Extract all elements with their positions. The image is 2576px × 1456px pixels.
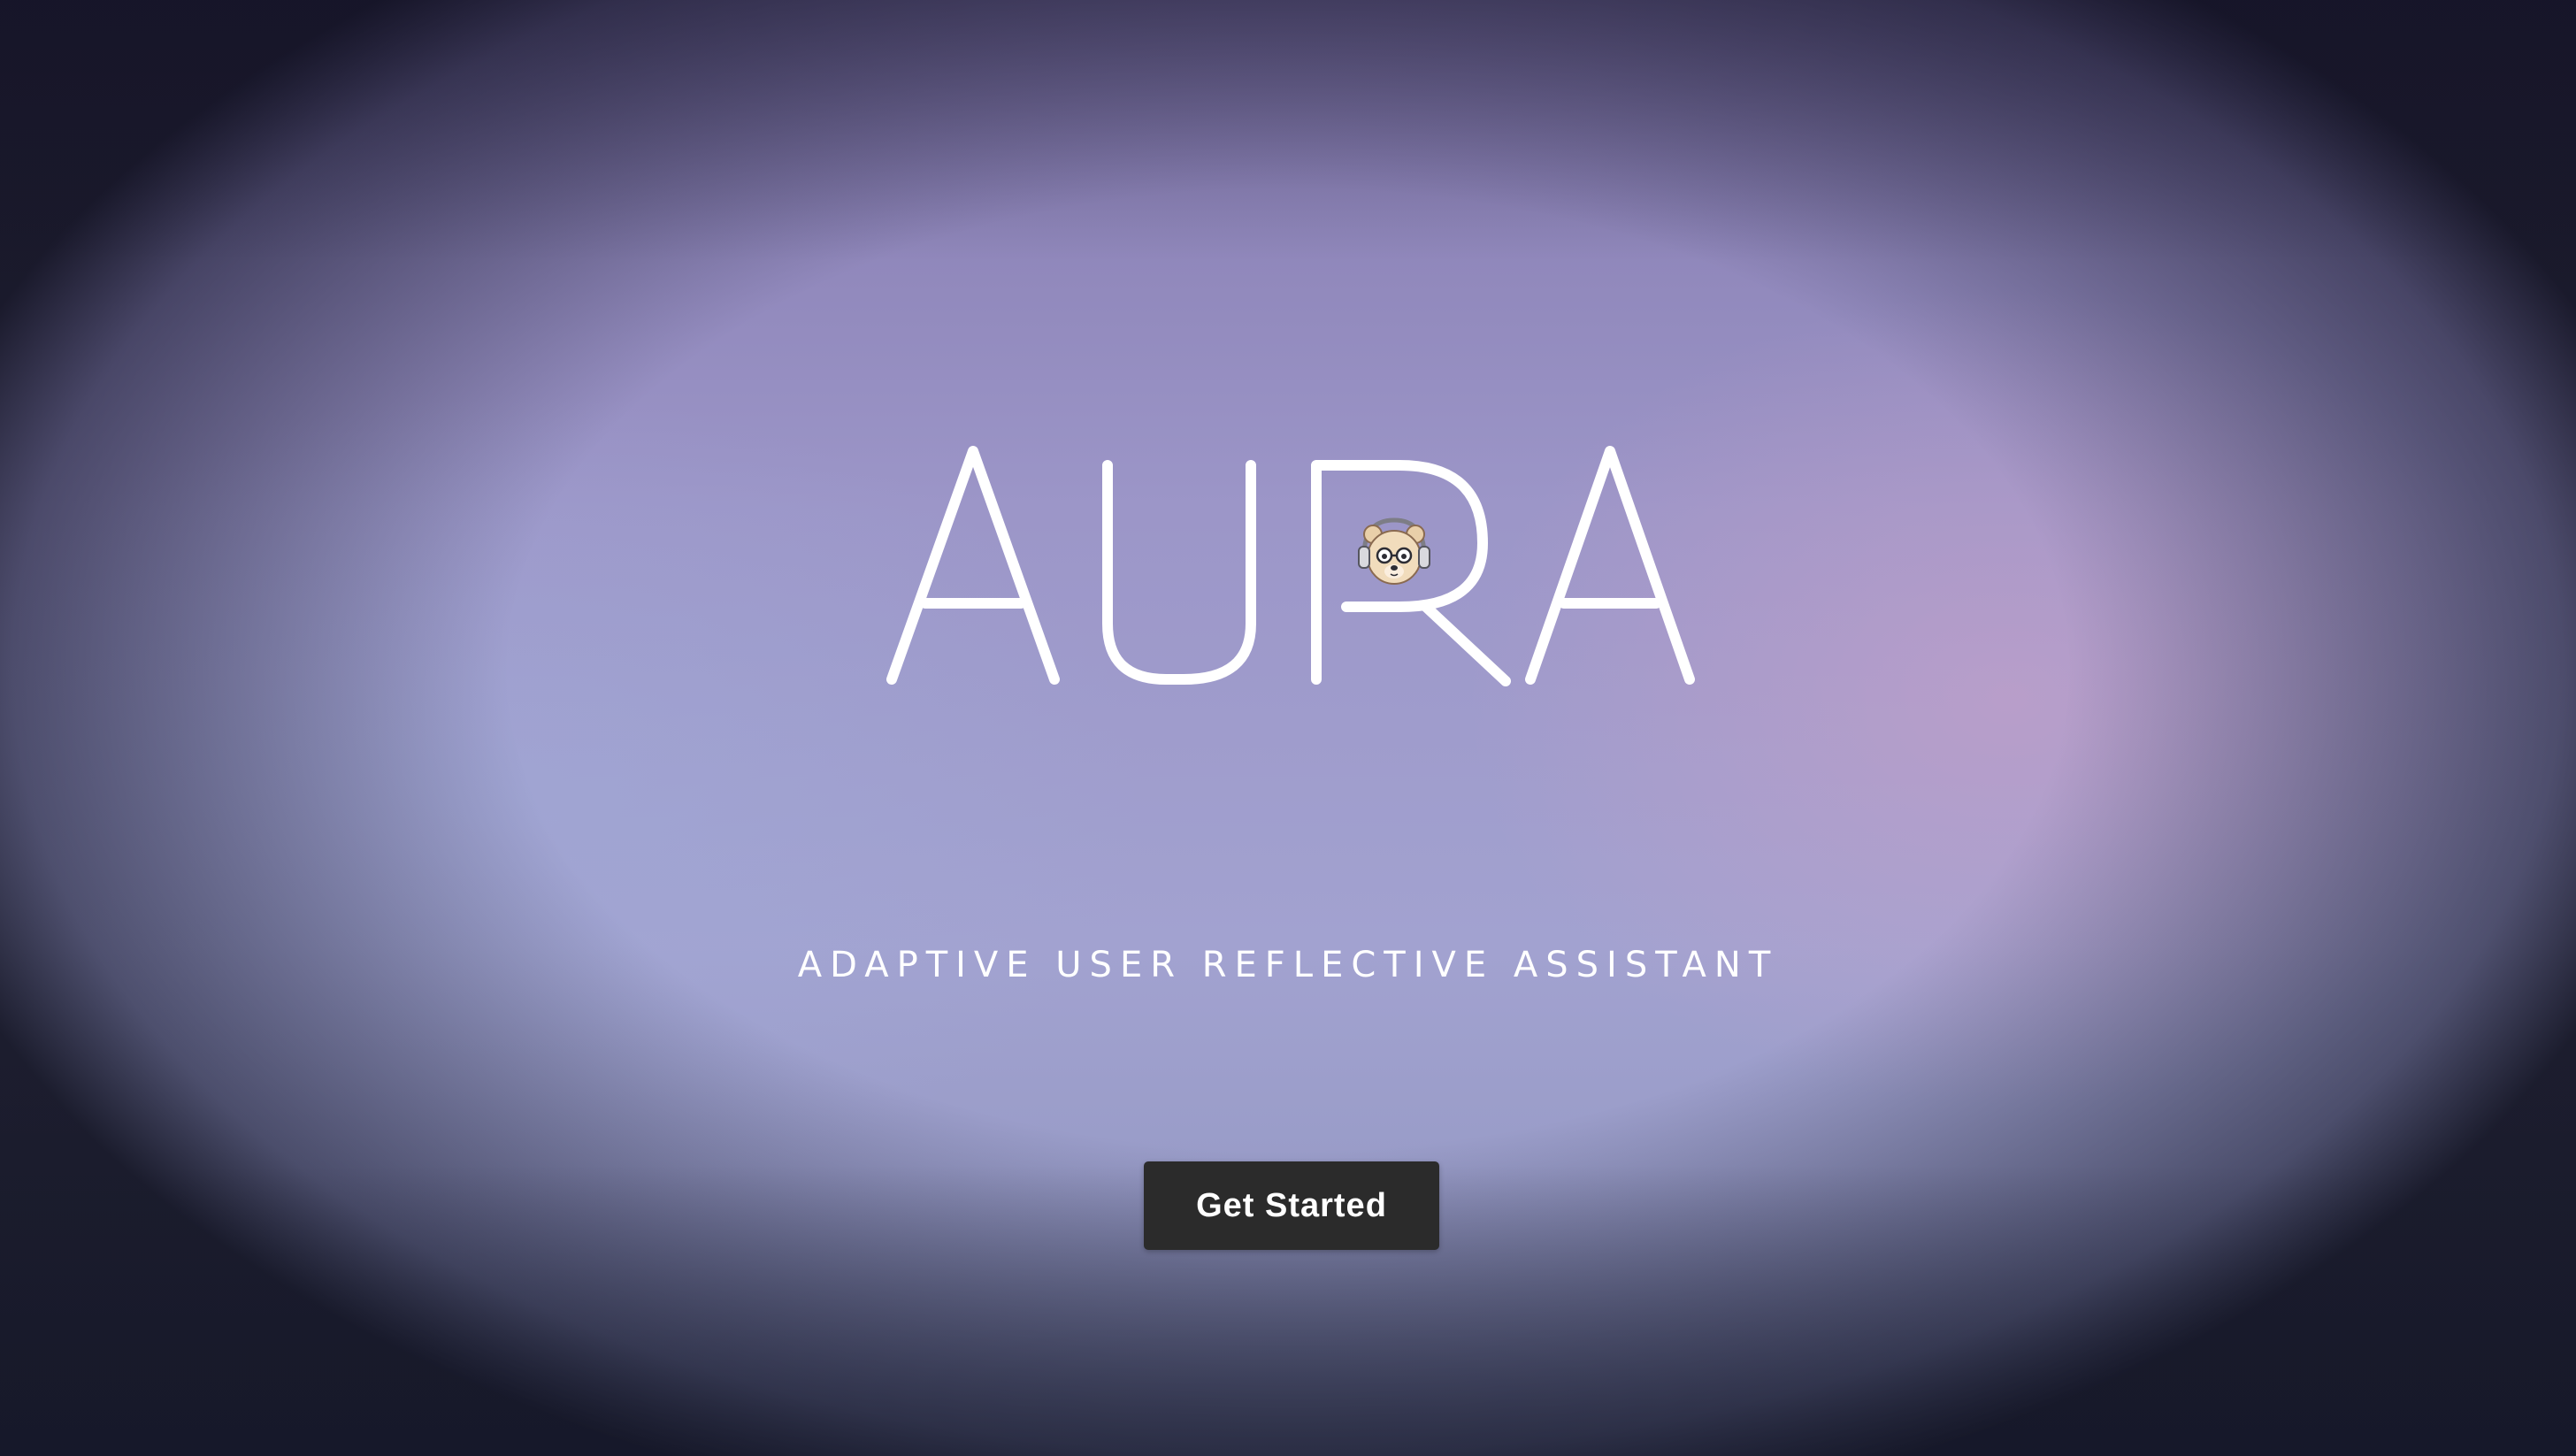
get-started-button[interactable]: Get Started	[1144, 1161, 1439, 1250]
logo-letter-a1	[886, 446, 1060, 685]
bear-with-headphones-icon	[1358, 517, 1430, 585]
logo-letter-u	[1102, 460, 1256, 685]
logo-letter-a2	[1525, 446, 1695, 685]
tagline: ADAPTIVE USER REFLECTIVE ASSISTANT	[797, 945, 1779, 985]
aura-logo	[886, 446, 1695, 686]
logo-letter-r-leg	[1421, 602, 1511, 686]
hero-section: ADAPTIVE USER REFLECTIVE ASSISTANT Get S…	[0, 0, 2576, 1456]
